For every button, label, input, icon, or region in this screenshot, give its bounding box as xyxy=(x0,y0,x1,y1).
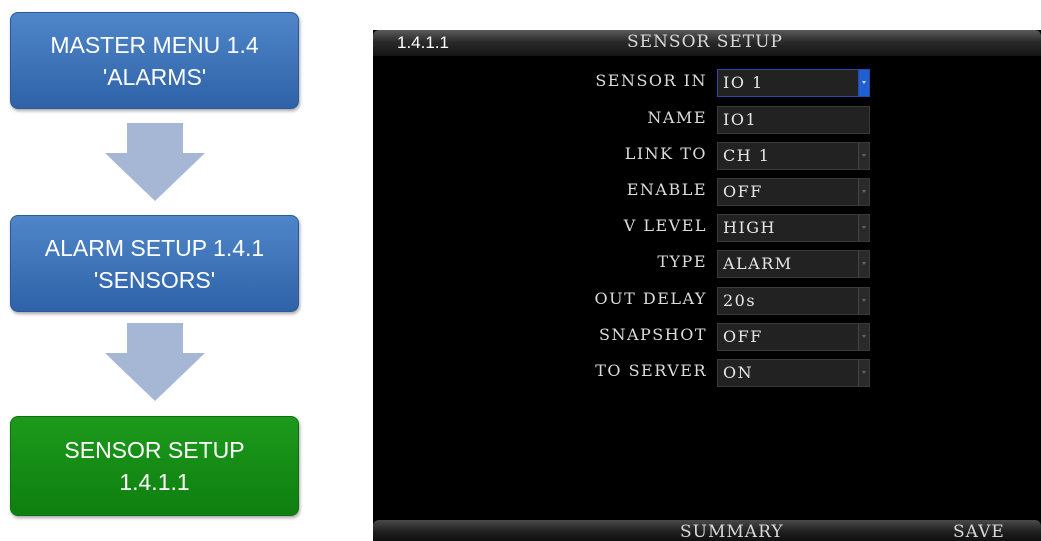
breadcrumb: 1.4.1.1 xyxy=(397,33,449,52)
title-bar: 1.4.1.1 SENSOR SETUP xyxy=(373,30,1041,56)
field-value: IO 1 xyxy=(723,73,764,92)
snapshot-select[interactable]: OFF xyxy=(717,323,870,351)
row-enable: ENABLE OFF xyxy=(373,176,1041,206)
row-out-delay: OUT DELAY 20s xyxy=(373,285,1041,315)
field-label: SENSOR IN xyxy=(595,71,707,90)
down-arrow-icon xyxy=(105,323,205,401)
field-label: OUT DELAY xyxy=(594,289,707,308)
bottom-bar: SUMMARY SAVE xyxy=(373,520,1041,541)
field-value: OFF xyxy=(723,327,763,346)
type-select[interactable]: ALARM xyxy=(717,250,870,278)
down-arrow-icon xyxy=(105,123,205,201)
row-snapshot: SNAPSHOT OFF xyxy=(373,321,1041,351)
flow-box-line1: MASTER MENU 1.4 xyxy=(50,31,259,58)
dropdown-arrow-icon[interactable] xyxy=(858,360,869,386)
row-to-server: TO SERVER ON xyxy=(373,357,1041,387)
field-label: V LEVEL xyxy=(623,216,707,235)
row-v-level: V LEVEL HIGH xyxy=(373,212,1041,242)
field-value: HIGH xyxy=(723,218,777,237)
field-label: TYPE xyxy=(657,252,707,271)
dropdown-arrow-icon[interactable] xyxy=(858,70,869,96)
sensor-in-select[interactable]: IO 1 xyxy=(717,69,870,97)
field-value: ALARM xyxy=(723,254,793,273)
dropdown-arrow-icon[interactable] xyxy=(858,215,869,241)
dropdown-arrow-icon[interactable] xyxy=(858,251,869,277)
row-link-to: LINK TO CH 1 xyxy=(373,140,1041,170)
row-sensor-in: SENSOR IN IO 1 xyxy=(373,67,1041,97)
field-label: NAME xyxy=(647,108,707,127)
field-label: LINK TO xyxy=(624,144,707,163)
v-level-select[interactable]: HIGH xyxy=(717,214,870,242)
field-value: CH 1 xyxy=(723,146,771,165)
field-value: ON xyxy=(723,363,754,382)
flow-box-line2: 1.4.1.1 xyxy=(119,469,190,495)
flow-box-line1: SENSOR SETUP xyxy=(64,437,245,463)
field-label: ENABLE xyxy=(626,180,707,199)
row-name: NAME IO1 xyxy=(373,104,1041,134)
field-value: IO1 xyxy=(723,110,758,129)
field-label: TO SERVER xyxy=(595,361,707,380)
save-button[interactable]: SAVE xyxy=(953,522,1005,541)
row-type: TYPE ALARM xyxy=(373,248,1041,278)
to-server-select[interactable]: ON xyxy=(717,359,870,387)
page-title: SENSOR SETUP xyxy=(627,32,783,52)
flow-box-line1: ALARM SETUP 1.4.1 xyxy=(44,234,265,261)
enable-select[interactable]: OFF xyxy=(717,178,870,206)
flow-box-alarm-setup: ALARM SETUP 1.4.1 'SENSORS' xyxy=(10,215,299,312)
dropdown-arrow-icon[interactable] xyxy=(858,324,869,350)
flow-box-line2: 'ALARMS' xyxy=(102,63,207,90)
name-input[interactable]: IO1 xyxy=(717,106,870,134)
flow-box-master-menu: MASTER MENU 1.4 'ALARMS' xyxy=(10,12,299,109)
out-delay-select[interactable]: 20s xyxy=(717,287,870,315)
dropdown-arrow-icon[interactable] xyxy=(858,288,869,314)
flow-box-sensor-setup: SENSOR SETUP 1.4.1.1 xyxy=(10,416,299,516)
field-label: SNAPSHOT xyxy=(599,325,707,344)
dvr-screen: 1.4.1.1 SENSOR SETUP SENSOR IN IO 1 NAME… xyxy=(373,30,1041,541)
flow-box-line2: 'SENSORS' xyxy=(93,266,216,293)
link-to-select[interactable]: CH 1 xyxy=(717,142,870,170)
dropdown-arrow-icon[interactable] xyxy=(858,179,869,205)
field-value: OFF xyxy=(723,182,763,201)
field-value: 20s xyxy=(723,291,757,310)
dropdown-arrow-icon[interactable] xyxy=(858,143,869,169)
summary-button[interactable]: SUMMARY xyxy=(680,522,784,541)
